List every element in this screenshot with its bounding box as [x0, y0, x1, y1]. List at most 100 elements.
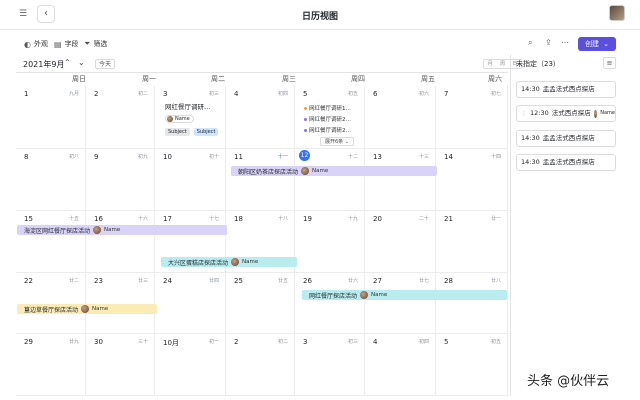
calendar-header: 2021年9月 ⌃ ⌄ 今天	[16, 57, 508, 72]
day-cell[interactable]: 15 十五	[16, 211, 86, 273]
more-icon[interactable]: ⋯	[561, 38, 569, 47]
day-number: 10	[163, 153, 172, 161]
day-number: 9	[94, 153, 99, 161]
day-number: 29	[24, 338, 33, 346]
day-cell[interactable]: 11 十一	[226, 149, 295, 211]
day-cell[interactable]: 2 初二	[86, 86, 155, 149]
event-mini[interactable]: 网红餐厅调研2…	[304, 115, 351, 123]
share-icon[interactable]: ⇪	[545, 38, 552, 47]
day-cell[interactable]: 19 十九	[295, 211, 365, 273]
day-number: 16	[94, 215, 103, 223]
event-bar[interactable]: 海淀区网红餐厅探店活动 Name	[17, 225, 227, 235]
day-cell[interactable]: 10月 初一	[155, 334, 226, 396]
event-mini[interactable]: 网红餐厅调研1…	[304, 104, 351, 112]
item-time: 14:30	[521, 134, 540, 142]
avatar	[301, 167, 310, 175]
appearance-label: 外观	[33, 40, 48, 48]
day-cell[interactable]: 20 二十	[365, 211, 436, 273]
item-label: 孟孟法式西点探店	[542, 134, 595, 142]
chevron-up-icon[interactable]: ⌃	[64, 58, 71, 67]
day-cell[interactable]: 29 廿九	[16, 334, 86, 396]
day-number: 24	[163, 277, 172, 285]
item-time: 12:30	[530, 109, 549, 117]
unassigned-item[interactable]: 14:30 孟孟法式西点探店	[516, 130, 616, 147]
expand-button[interactable]: 展开6条 ⌄	[320, 137, 354, 146]
watermark: 头条 @伙伴云	[527, 374, 610, 389]
unassigned-title: 未指定（23）	[516, 60, 560, 68]
lunar-date: 十八	[277, 216, 288, 222]
event-bar[interactable]: 网红餐厅探店活动 Name	[302, 290, 507, 300]
fields-label: 字段	[64, 40, 79, 48]
day-cell[interactable]: 13 十三	[365, 149, 436, 211]
expand-label: 展开6条	[325, 139, 344, 145]
day-cell[interactable]: 14 十四	[436, 149, 508, 211]
day-cell[interactable]: 1 九月	[16, 86, 86, 149]
day-number: 1	[24, 90, 29, 98]
day-cell[interactable]: 25 廿五	[226, 273, 295, 334]
day-cell[interactable]: 30 三十	[86, 334, 155, 396]
unassigned-item[interactable]: ⋮ 12:30 法式西点探店 Name	[516, 105, 616, 122]
dot-icon	[304, 106, 307, 110]
day-cell[interactable]: 24 廿四	[155, 273, 226, 334]
day-cell[interactable]: 4 初四	[365, 334, 436, 396]
day-number: 2	[94, 90, 99, 98]
day-number: 25	[234, 277, 243, 285]
lunar-date: 初五	[347, 91, 358, 97]
event-bar[interactable]: 簋边草餐厅探店活动 Name	[17, 304, 157, 314]
day-number: 3	[303, 338, 308, 346]
day-cell[interactable]: 4 初四	[226, 86, 295, 149]
day-cell[interactable]: 6 初六	[365, 86, 436, 149]
day-cell[interactable]: 21 廿一	[436, 211, 508, 273]
day-cell[interactable]: 3 初三	[295, 334, 365, 396]
event-bar[interactable]: 朝阳区奶茶店探店活动 Name	[231, 166, 437, 176]
lunar-date: 初八	[68, 154, 79, 160]
lunar-date: 九月	[68, 91, 79, 97]
chevron-down-icon[interactable]: ⌄	[78, 58, 85, 67]
search-icon[interactable]: ⌕	[528, 38, 532, 48]
lunar-date: 十三	[418, 154, 429, 160]
day-cell[interactable]: 7 初七	[436, 86, 508, 149]
day-cell[interactable]: 16 十六	[86, 211, 155, 273]
lunar-date: 十一	[277, 154, 288, 160]
unassigned-item[interactable]: 14:30 孟孟法式西点探店	[516, 154, 616, 171]
avatar[interactable]	[609, 5, 625, 21]
name-label: Name	[312, 168, 329, 174]
day-cell[interactable]: 5 初五	[436, 334, 508, 396]
day-cell[interactable]: 28 廿八	[436, 273, 508, 334]
day-cell[interactable]: 12 十二	[295, 149, 365, 211]
create-button[interactable]: 创建 ⌄	[578, 37, 616, 51]
view-week[interactable]: 周	[496, 60, 508, 68]
event-bar[interactable]: 大兴区蛋糕店探店活动 Name	[161, 257, 297, 267]
day-number: 6	[373, 90, 378, 98]
day-cell[interactable]: 2 初二	[226, 334, 295, 396]
day-cell[interactable]: 27 廿七	[365, 273, 436, 334]
day-cell[interactable]: 9 初九	[86, 149, 155, 211]
filter-button[interactable]: ⏷ 筛选	[84, 39, 107, 49]
event-mini-label: 网红餐厅调研2…	[309, 117, 351, 123]
day-cell[interactable]: 8 初八	[16, 149, 86, 211]
name-label: Name	[104, 227, 121, 233]
lunar-date: 廿七	[418, 278, 429, 284]
day-number: 2	[234, 338, 239, 346]
unassigned-item[interactable]: 14:30 孟孟法式西点探店	[516, 81, 616, 98]
lunar-date: 十二	[347, 154, 358, 160]
page-title: 日历视图	[301, 12, 338, 22]
lunar-date: 三十	[137, 339, 148, 345]
view-month[interactable]: 月	[484, 60, 496, 68]
today-button[interactable]: 今天	[95, 59, 116, 69]
fields-button[interactable]: ▤ 字段	[54, 39, 79, 49]
event-card[interactable]: 网红餐厅调研… Name Subject Subject	[165, 101, 220, 136]
filter-icon: ⏷	[84, 39, 91, 48]
day-number: 28	[444, 277, 453, 285]
event-mini[interactable]: 网红餐厅调研2…	[304, 126, 351, 134]
sort-icon[interactable]: ≡	[603, 57, 616, 69]
day-cell[interactable]: 26 廿六	[295, 273, 365, 334]
day-number: 3	[163, 90, 168, 98]
lunar-date: 十六	[137, 216, 148, 222]
day-number: 18	[234, 215, 243, 223]
appearance-button[interactable]: ◐ 外观	[24, 39, 48, 49]
drag-handle-icon[interactable]: ⋮	[521, 106, 527, 121]
lunar-date: 初十	[208, 154, 219, 160]
day-cell[interactable]: 10 初十	[155, 149, 226, 211]
lunar-date: 初七	[490, 91, 501, 97]
